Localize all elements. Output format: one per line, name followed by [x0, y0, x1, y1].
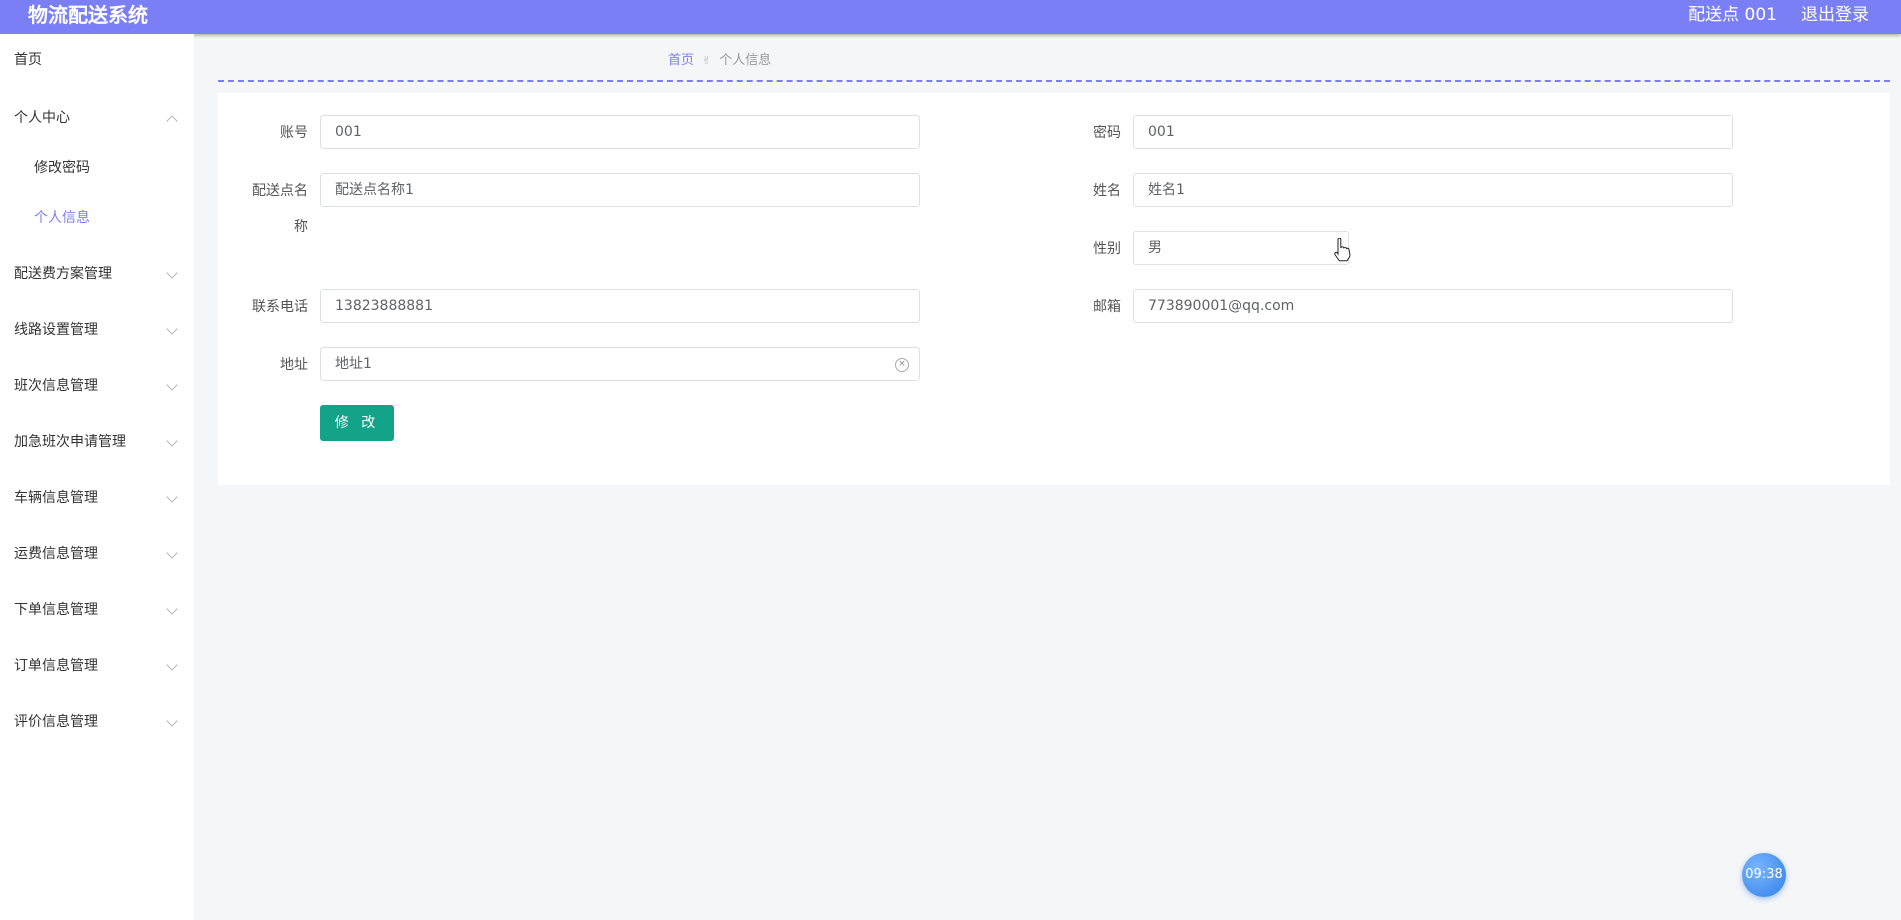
sidebar-item-order-info[interactable]: 订单信息管理 — [14, 654, 180, 678]
breadcrumb: 首页 ✌ 个人信息 — [668, 52, 771, 70]
station-name-label: 配送点名 — [252, 183, 308, 199]
sidebar-item-label: 个人中心 — [14, 110, 70, 126]
chevron-down-icon — [166, 435, 178, 447]
name-field[interactable]: 姓名1 — [1133, 173, 1733, 207]
account-field[interactable]: 001 — [320, 115, 920, 149]
chevron-down-icon — [166, 379, 178, 391]
email-field[interactable]: 773890001@qq.com — [1133, 289, 1733, 323]
sidebar-item-label: 下单信息管理 — [14, 602, 98, 618]
sidebar-item-change-password[interactable]: 修改密码 — [34, 156, 180, 180]
sidebar-item-route-settings[interactable]: 线路设置管理 — [14, 318, 180, 342]
sidebar-item-vehicle-info[interactable]: 车辆信息管理 — [14, 486, 180, 510]
logout-link[interactable]: 退出登录 — [1801, 3, 1869, 27]
chevron-down-icon — [166, 659, 178, 671]
sidebar-item-label: 修改密码 — [34, 160, 90, 176]
breadcrumb-home-link[interactable]: 首页 — [668, 52, 694, 70]
chevron-down-icon — [166, 547, 178, 559]
sidebar-item-shift-info[interactable]: 班次信息管理 — [14, 374, 180, 398]
email-label: 邮箱 — [1093, 299, 1121, 315]
clear-icon[interactable]: × — [895, 358, 909, 372]
header-actions: 配送点 001 退出登录 — [1688, 3, 1869, 27]
sidebar-item-home[interactable]: 首页 — [14, 48, 180, 72]
sidebar-item-label: 加急班次申请管理 — [14, 434, 126, 450]
sidebar-item-label: 个人信息 — [34, 210, 90, 226]
sidebar-item-label: 运费信息管理 — [14, 546, 98, 562]
station-name-field[interactable]: 配送点名称1 — [320, 173, 920, 207]
personal-info-form: 账号 001 密码 001 配送点名 称 配送点名称1 姓名 姓名1 性别 男 … — [218, 93, 1890, 485]
chevron-down-icon — [166, 603, 178, 615]
update-button[interactable]: 修 改 — [320, 405, 394, 441]
sidebar-item-freight-info[interactable]: 运费信息管理 — [14, 542, 180, 566]
name-label: 姓名 — [1093, 183, 1121, 199]
current-user-label[interactable]: 配送点 001 — [1688, 3, 1777, 27]
breadcrumb-divider — [218, 80, 1890, 82]
gender-label: 性别 — [1093, 241, 1121, 257]
sidebar-item-delivery-fee-plans[interactable]: 配送费方案管理 — [14, 262, 180, 286]
chevron-down-icon — [166, 267, 178, 279]
address-label: 地址 — [280, 357, 308, 373]
address-value: 地址1 — [335, 356, 372, 372]
chevron-down-icon — [166, 491, 178, 503]
password-label: 密码 — [1093, 125, 1121, 141]
sidebar-item-label: 评价信息管理 — [14, 714, 98, 730]
sidebar-menu: 首页 个人中心 修改密码 个人信息 配送费方案管理 线路设置管理 班次信息管理 … — [0, 34, 194, 920]
phone-label: 联系电话 — [252, 299, 308, 315]
sidebar-item-label: 班次信息管理 — [14, 378, 98, 394]
sidebar-item-personal-info[interactable]: 个人信息 — [34, 206, 180, 230]
chevron-down-icon — [166, 323, 178, 335]
phone-field[interactable]: 13823888881 — [320, 289, 920, 323]
sidebar-item-personal-center[interactable]: 个人中心 — [14, 106, 180, 130]
address-field[interactable]: 地址1 × — [320, 347, 920, 381]
gender-select[interactable]: 男 — [1133, 231, 1349, 265]
sidebar-item-order-placement[interactable]: 下单信息管理 — [14, 598, 180, 622]
top-header: 物流配送系统 配送点 001 退出登录 — [0, 0, 1901, 34]
sidebar-item-label: 线路设置管理 — [14, 322, 98, 338]
sidebar-item-label: 订单信息管理 — [14, 658, 98, 674]
password-field[interactable]: 001 — [1133, 115, 1733, 149]
chevron-down-icon — [166, 715, 178, 727]
clock-widget[interactable]: 09:38 — [1742, 853, 1786, 897]
app-title: 物流配送系统 — [28, 3, 148, 27]
account-label: 账号 — [280, 125, 308, 141]
station-name-label-wrap: 称 — [294, 219, 308, 235]
sidebar-item-label: 配送费方案管理 — [14, 266, 112, 282]
sidebar-item-label: 首页 — [14, 52, 42, 68]
sidebar-item-label: 车辆信息管理 — [14, 490, 98, 506]
sidebar-item-review-info[interactable]: 评价信息管理 — [14, 710, 180, 734]
sidebar-item-urgent-shift-requests[interactable]: 加急班次申请管理 — [14, 430, 180, 454]
breadcrumb-current: 个人信息 — [719, 53, 772, 68]
chevron-up-icon — [166, 115, 178, 127]
breadcrumb-separator-icon: ✌ — [702, 54, 712, 67]
hand-cursor-icon — [1334, 238, 1351, 262]
